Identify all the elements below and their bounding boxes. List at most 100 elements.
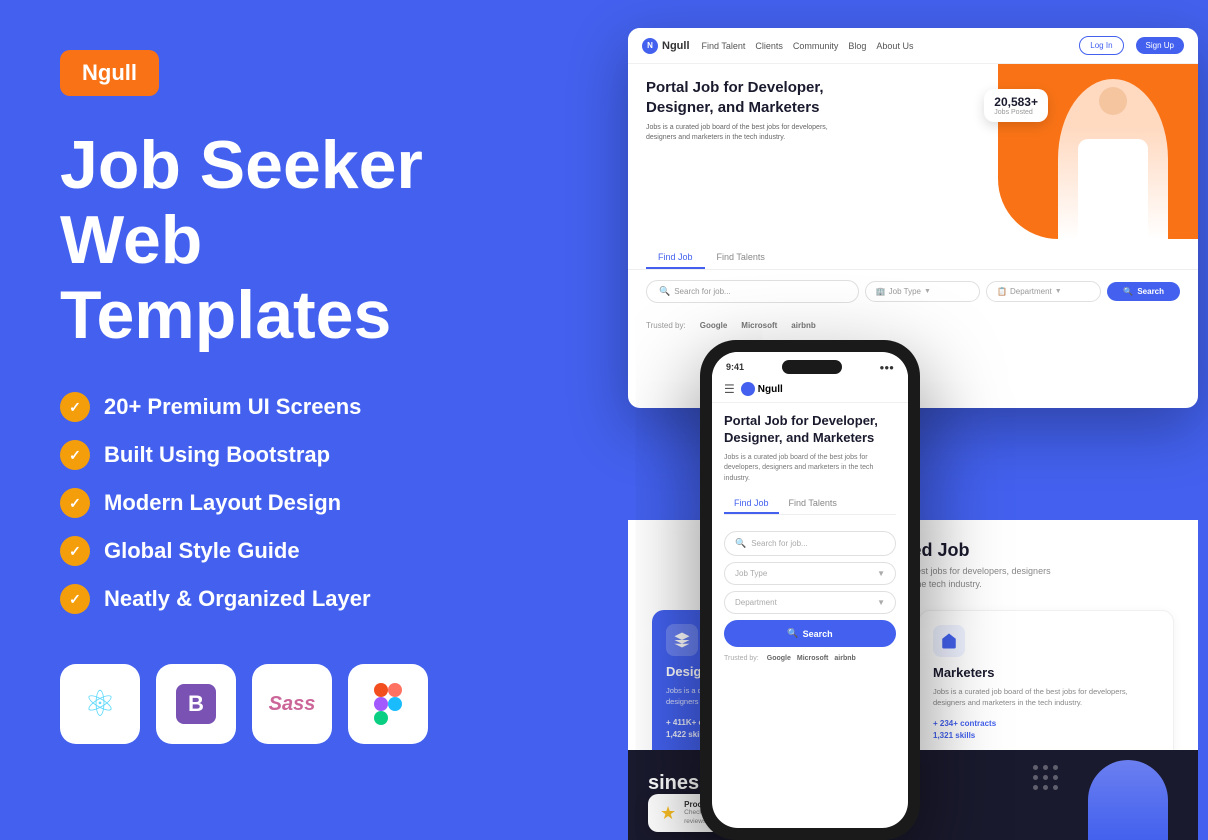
nav-link-about[interactable]: About Us — [876, 41, 913, 51]
mobile-trusted-logos: Google Microsoft airbnb — [767, 655, 856, 662]
bootstrap-logo: B — [156, 664, 236, 744]
mobile-search-field[interactable]: 🔍 Search for job... — [724, 531, 896, 556]
nav-signup-button[interactable]: Sign Up — [1136, 37, 1184, 54]
main-background: Ngull Job Seeker Web Templates ✓ 20+ Pre… — [0, 0, 1208, 840]
search-row-desktop: 🔍 Search for job... 🏢 Job Type ▼ 📋 Depar… — [628, 270, 1198, 313]
mobile-screenshot: 9:41 ●●● ☰ Ngull Portal Job for — [700, 340, 920, 840]
nav-logo-icon: N — [642, 38, 658, 54]
feature-label-4: Global Style Guide — [104, 538, 300, 564]
marketers-card-icon — [933, 625, 965, 657]
department-label: Department — [1010, 287, 1052, 296]
search-btn-label: Search — [1137, 287, 1164, 296]
check-icon-1: ✓ — [60, 392, 90, 422]
mobile-logo: Ngull — [741, 382, 783, 396]
quality-star-icon: ★ — [660, 803, 676, 824]
trusted-label: Trusted by: — [646, 321, 686, 330]
mobile-department-select[interactable]: Department ▼ — [724, 591, 896, 614]
desktop-search-input[interactable]: 🔍 Search for job... — [646, 280, 859, 303]
figma-logo — [348, 664, 428, 744]
features-list: ✓ 20+ Premium UI Screens ✓ Built Using B… — [60, 392, 480, 614]
mobile-pill — [782, 360, 842, 374]
nav-login-button[interactable]: Log In — [1079, 36, 1123, 55]
tech-logos-row: ⚛ B Sass — [60, 664, 480, 744]
nav-logo: N Ngull — [642, 38, 690, 54]
feature-item-4: ✓ Global Style Guide — [60, 536, 480, 566]
department-select[interactable]: 📋 Department ▼ — [986, 281, 1101, 302]
check-icon-4: ✓ — [60, 536, 90, 566]
feature-label-1: 20+ Premium UI Screens — [104, 394, 361, 420]
mobile-google-logo: Google — [767, 655, 791, 662]
mobile-time: 9:41 — [726, 362, 744, 372]
mobile-notch: 9:41 ●●● — [712, 352, 908, 378]
marketers-card-title: Marketers — [933, 665, 1159, 680]
stats-number: 20,583+ — [994, 95, 1038, 109]
nav-logo-text: Ngull — [662, 40, 690, 52]
sass-logo: Sass — [252, 664, 332, 744]
feature-label-3: Modern Layout Design — [104, 490, 341, 516]
hero-title-desktop: Portal Job for Developer, Designer, and … — [646, 78, 846, 117]
left-panel: Ngull Job Seeker Web Templates ✓ 20+ Pre… — [0, 0, 540, 840]
search-placeholder: Search for job... — [674, 287, 730, 296]
mobile-search-button[interactable]: 🔍 Search — [724, 620, 896, 647]
check-icon-2: ✓ — [60, 440, 90, 470]
feature-label-2: Built Using Bootstrap — [104, 442, 330, 468]
feature-item-2: ✓ Built Using Bootstrap — [60, 440, 480, 470]
mobile-job-type-label: Job Type — [735, 569, 767, 578]
mobile-trusted-row: Trusted by: Google Microsoft airbnb — [712, 655, 908, 662]
mobile-tabs: Find Job Find Talents — [724, 494, 896, 515]
nav-link-find-talent[interactable]: Find Talent — [702, 41, 746, 51]
mobile-logo-text: Ngull — [758, 384, 783, 395]
job-type-label: Job Type — [889, 287, 921, 296]
trusted-by-row: Trusted by: Google Microsoft airbnb — [628, 313, 1198, 338]
feature-label-5: Neatly & Organized Layer — [104, 586, 371, 612]
nav-link-blog[interactable]: Blog — [848, 41, 866, 51]
designer-icon — [673, 631, 691, 649]
mobile-screen: 9:41 ●●● ☰ Ngull Portal Job for — [712, 352, 908, 828]
notch-icons: ●●● — [879, 363, 894, 372]
mobile-hero: Portal Job for Developer, Designer, and … — [712, 403, 908, 531]
hamburger-icon[interactable]: ☰ — [724, 382, 735, 396]
microsoft-logo: Microsoft — [741, 321, 777, 330]
mobile-tab-find-job[interactable]: Find Job — [724, 494, 779, 514]
designer-card-icon — [666, 624, 698, 656]
figma-icon — [374, 683, 402, 725]
main-title: Job Seeker Web Templates — [60, 128, 480, 352]
mobile-logo-circle — [741, 382, 755, 396]
mobile-search-btn-label: Search — [803, 629, 833, 639]
mobile-nav: ☰ Ngull — [712, 378, 908, 403]
sass-icon: Sass — [269, 693, 316, 716]
google-logo: Google — [700, 321, 728, 330]
bootstrap-icon: B — [176, 684, 216, 724]
tab-find-talents[interactable]: Find Talents — [705, 247, 777, 269]
right-panel: N Ngull Find Talent Clients Community Bl… — [540, 0, 1208, 840]
nav-links: Find Talent Clients Community Blog About… — [702, 41, 1068, 51]
check-icon-5: ✓ — [60, 584, 90, 614]
mobile-trusted-label: Trusted by: — [724, 655, 759, 662]
desktop-nav: N Ngull Find Talent Clients Community Bl… — [628, 28, 1198, 64]
mobile-airbnb-logo: airbnb — [834, 655, 855, 662]
mobile-job-type-select[interactable]: Job Type ▼ — [724, 562, 896, 585]
mobile-hero-title: Portal Job for Developer, Designer, and … — [724, 413, 896, 447]
desktop-search-button[interactable]: 🔍 Search — [1107, 282, 1180, 301]
stats-badge: 20,583+ Jobs Posted — [984, 89, 1048, 122]
person-figure — [1058, 79, 1168, 239]
stats-label: Jobs Posted — [994, 109, 1038, 116]
marketers-icon — [940, 632, 958, 650]
tab-find-job[interactable]: Find Job — [646, 247, 705, 269]
react-logo: ⚛ — [60, 664, 140, 744]
react-icon: ⚛ — [84, 683, 116, 725]
desktop-hero: Portal Job for Developer, Designer, and … — [628, 64, 1198, 239]
marketers-stat1: + 234+ contracts — [933, 719, 1159, 728]
hero-subtitle-desktop: Jobs is a curated job board of the best … — [646, 123, 836, 143]
marketers-card-desc: Jobs is a curated job board of the best … — [933, 686, 1159, 709]
decoration-dots — [1033, 765, 1058, 790]
feature-item-5: ✓ Neatly & Organized Layer — [60, 584, 480, 614]
mobile-search-placeholder: Search for job... — [751, 539, 807, 548]
mobile-tab-find-talents[interactable]: Find Talents — [779, 494, 847, 514]
nav-link-community[interactable]: Community — [793, 41, 839, 51]
feature-item-3: ✓ Modern Layout Design — [60, 488, 480, 518]
mobile-department-label: Department — [735, 598, 777, 607]
nav-link-clients[interactable]: Clients — [755, 41, 783, 51]
job-type-select[interactable]: 🏢 Job Type ▼ — [865, 281, 980, 302]
feature-item-1: ✓ 20+ Premium UI Screens — [60, 392, 480, 422]
